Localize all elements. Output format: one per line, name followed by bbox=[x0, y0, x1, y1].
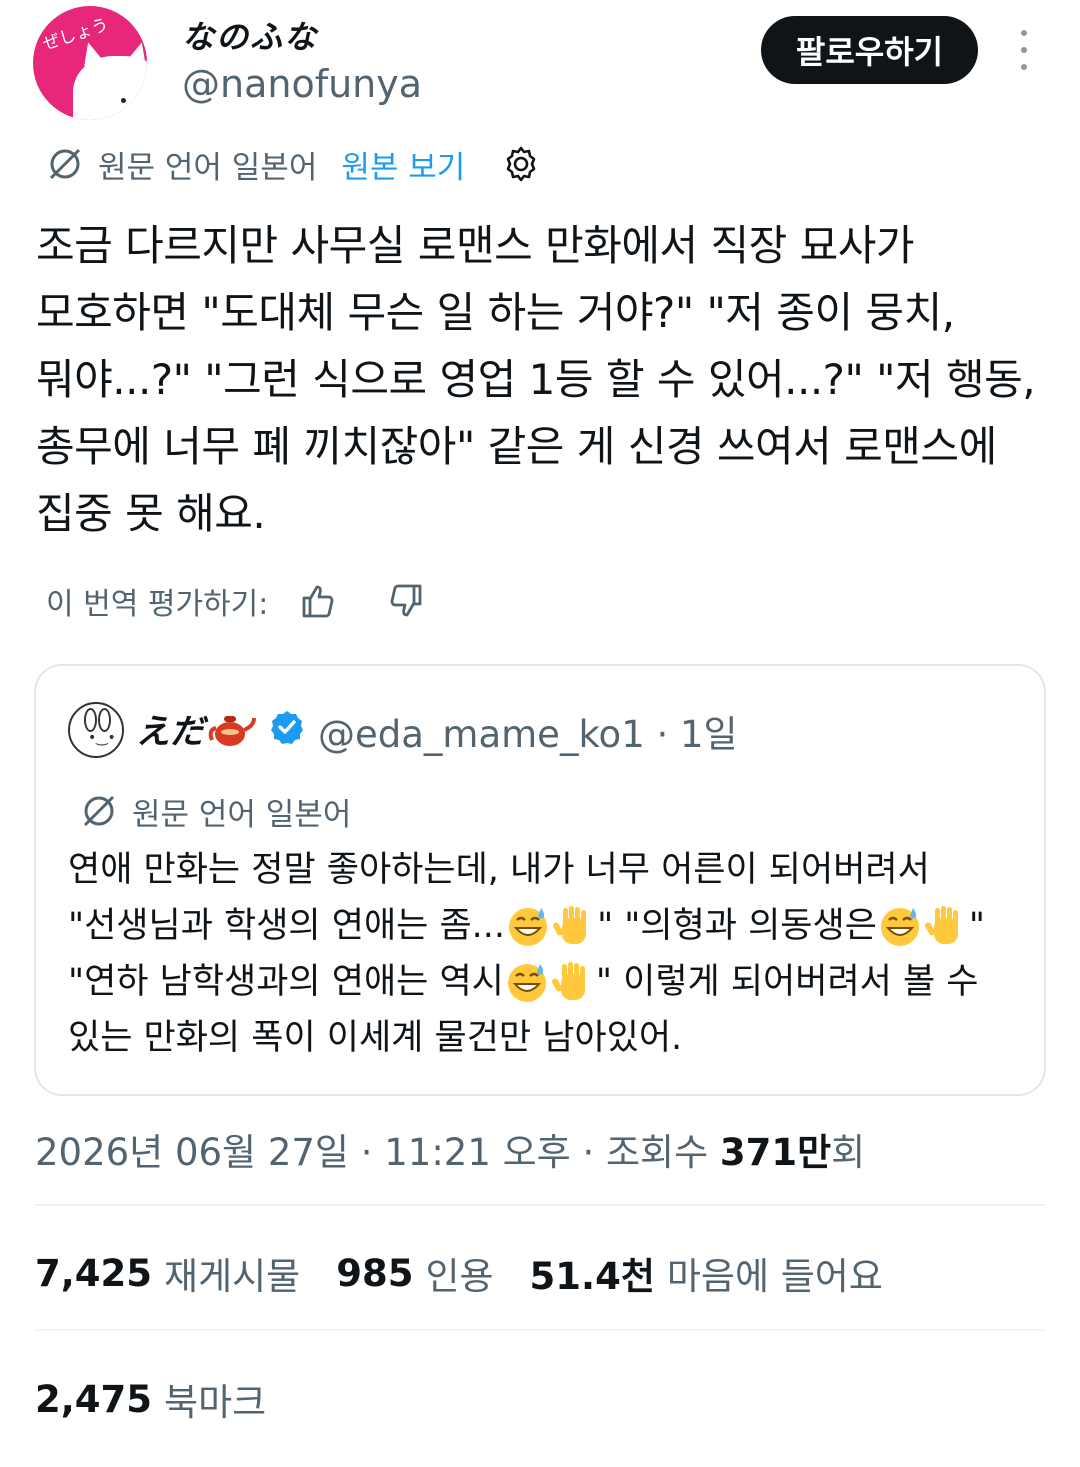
quoted-tweet-text: 연애 만화는 정말 좋아하는데, 내가 너무 어른이 되어버려서 "선생님과 학… bbox=[68, 842, 1028, 1066]
translate-icon bbox=[46, 145, 84, 183]
timestamp[interactable]: 2026년 06월 27일 · 11:21 오후 · 조회수 bbox=[35, 1131, 720, 1174]
teapot-emoji-icon bbox=[208, 708, 256, 750]
likes-label: 마음에 들어요 bbox=[666, 1255, 883, 1298]
rate-translation: 이 번역 평가하기: bbox=[46, 578, 426, 624]
tweet-meta: 2026년 06월 27일 · 11:21 오후 · 조회수 371만회 bbox=[35, 1122, 865, 1176]
view-count-suffix: 회 bbox=[831, 1131, 866, 1174]
view-original-link[interactable]: 원본 보기 bbox=[341, 142, 465, 187]
avatar-signature: ぜしょう bbox=[40, 14, 112, 55]
rate-label: 이 번역 평가하기: bbox=[46, 587, 269, 622]
quotes-stat[interactable]: 985 인용 bbox=[336, 1246, 493, 1300]
likes-count: 51.4천 bbox=[529, 1255, 655, 1298]
reposts-label: 재게시물 bbox=[164, 1255, 301, 1298]
tweet-line: 뭐야...?" "그런 식으로 영업 1등 할 수 있어...?" "저 행동, bbox=[36, 355, 1036, 404]
reposts-stat[interactable]: 7,425 재게시물 bbox=[35, 1246, 300, 1300]
translate-icon bbox=[80, 792, 118, 830]
quote-line: "선생님과 학생의 연애는 좀... " "의형과 의동생은 " bbox=[68, 906, 986, 946]
quotes-label: 인용 bbox=[425, 1255, 494, 1298]
sweat-smile-emoji-icon bbox=[880, 908, 919, 946]
quotes-count: 985 bbox=[336, 1251, 414, 1295]
divider bbox=[34, 1204, 1046, 1206]
raised-hand-emoji-icon bbox=[551, 962, 585, 1000]
follow-button[interactable]: 팔로우하기 bbox=[761, 16, 978, 84]
more-options-icon[interactable] bbox=[1013, 30, 1035, 70]
author-handle[interactable]: @nanofunya bbox=[182, 62, 422, 106]
translation-bar: 원문 언어 일본어 원본 보기 bbox=[46, 142, 541, 186]
quote-line: 있는 만화의 폭이 이세계 물건만 남아있어. bbox=[68, 1018, 683, 1058]
raised-hand-emoji-icon bbox=[924, 906, 958, 944]
sweat-smile-emoji-icon bbox=[509, 908, 548, 946]
raised-hand-emoji-icon bbox=[553, 906, 587, 944]
sweat-smile-emoji-icon bbox=[507, 964, 546, 1002]
author-display-name[interactable]: なのふな bbox=[182, 12, 318, 58]
source-language-label: 원문 언어 일본어 bbox=[98, 149, 318, 186]
thumbs-down-icon[interactable] bbox=[386, 581, 426, 621]
tweet-line: 모호하면 "도대체 무슨 일 하는 거야?" "저 종이 뭉치, bbox=[36, 288, 955, 337]
bookmarks-stat[interactable]: 2,475 북마크 bbox=[35, 1372, 266, 1426]
quoted-handle-time[interactable]: @eda_mame_ko1 · 1일 bbox=[318, 704, 738, 758]
divider bbox=[34, 1329, 1046, 1331]
quoted-translation-bar: 원문 언어 일본어 bbox=[80, 790, 352, 833]
tweet-line: 조금 다르지만 사무실 로맨스 만화에서 직장 묘사가 bbox=[36, 221, 915, 270]
quoted-author-avatar[interactable]: •‿• bbox=[68, 702, 124, 758]
view-count: 371만 bbox=[719, 1131, 832, 1174]
tweet-line: 집중 못 해요. bbox=[36, 489, 266, 538]
reposts-count: 7,425 bbox=[35, 1251, 153, 1295]
likes-stat[interactable]: 51.4천 마음에 들어요 bbox=[530, 1246, 883, 1300]
quoted-author-name[interactable]: えだ bbox=[136, 704, 204, 753]
engagement-stats: 7,425 재게시물 985 인용 51.4천 마음에 들어요 bbox=[35, 1246, 919, 1300]
tweet-line: 총무에 너무 폐 끼치잖아" 같은 게 신경 쓰여서 로맨스에 bbox=[36, 422, 997, 471]
quote-line: 연애 만화는 정말 좋아하는데, 내가 너무 어른이 되어버려서 bbox=[68, 850, 930, 890]
gear-icon[interactable] bbox=[501, 144, 541, 184]
quote-line: "연하 남학생과의 연애는 역시 " 이렇게 되어버려서 볼 수 bbox=[68, 962, 979, 1002]
quoted-source-language: 원문 언어 일본어 bbox=[132, 796, 352, 833]
bookmarks-label: 북마크 bbox=[164, 1381, 267, 1424]
thumbs-up-icon[interactable] bbox=[298, 581, 338, 621]
bookmarks-count: 2,475 bbox=[35, 1377, 153, 1421]
verified-badge-icon bbox=[270, 710, 304, 744]
author-avatar[interactable]: ぜしょう bbox=[33, 6, 147, 120]
tweet-text: 조금 다르지만 사무실 로맨스 만화에서 직장 묘사가 모호하면 "도대체 무슨… bbox=[36, 212, 1046, 547]
